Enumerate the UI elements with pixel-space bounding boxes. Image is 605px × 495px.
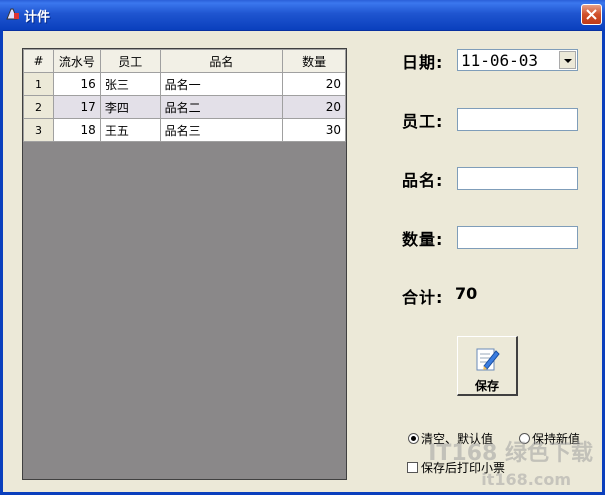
employee-field[interactable]: [457, 108, 578, 131]
save-button-label: 保存: [474, 379, 499, 393]
close-icon: [586, 9, 597, 20]
col-header-employee[interactable]: 员工: [99, 49, 161, 73]
table-row[interactable]: 1 16 张三 品名一 20: [23, 72, 346, 96]
col-header-qty[interactable]: 数量: [282, 49, 346, 73]
date-select[interactable]: 11-06-03: [457, 49, 578, 71]
app-icon: [6, 8, 19, 20]
cell-employee[interactable]: 李四: [99, 95, 161, 119]
cell-qty[interactable]: 30: [282, 118, 346, 142]
qty-label: 数量:: [402, 230, 444, 249]
row-number: 2: [23, 95, 54, 119]
product-label: 品名:: [402, 171, 444, 190]
cell-serial[interactable]: 17: [52, 95, 101, 119]
table-row[interactable]: 3 18 王五 品名三 30: [23, 118, 346, 142]
cell-qty[interactable]: 20: [282, 72, 346, 96]
grid-header-row: # 流水号 员工 品名 数量: [23, 49, 346, 73]
cell-employee[interactable]: 张三: [99, 72, 161, 96]
row-number: 1: [23, 72, 54, 96]
cell-employee[interactable]: 王五: [99, 118, 161, 142]
cell-product[interactable]: 品名二: [159, 95, 284, 119]
employee-label: 员工:: [402, 112, 444, 131]
watermark-url: it168.com: [481, 470, 571, 489]
save-button[interactable]: 保存: [457, 336, 518, 396]
total-label: 合计:: [402, 288, 444, 307]
cell-serial[interactable]: 18: [52, 118, 101, 142]
col-header-serial[interactable]: 流水号: [52, 49, 101, 73]
watermark: IT168 绿色下载: [428, 441, 593, 466]
dropdown-button[interactable]: [559, 51, 576, 69]
data-grid[interactable]: # 流水号 员工 品名 数量 1 16 张三 品名一 20 2 17 李四 品名…: [22, 48, 347, 480]
date-label: 日期:: [402, 53, 444, 72]
qty-field[interactable]: [457, 226, 578, 249]
row-number: 3: [23, 118, 54, 142]
table-row[interactable]: 2 17 李四 品名二 20: [23, 95, 346, 119]
date-value: 11-06-03: [461, 51, 539, 70]
cell-product[interactable]: 品名一: [159, 72, 284, 96]
total-value: 70: [455, 284, 478, 303]
col-header-index[interactable]: #: [23, 49, 54, 73]
cell-product[interactable]: 品名三: [159, 118, 284, 142]
clear-default-radio[interactable]: [408, 433, 419, 444]
cell-serial[interactable]: 16: [52, 72, 101, 96]
window-title: 计件: [24, 10, 51, 25]
print-after-save-checkbox[interactable]: [407, 462, 418, 473]
cell-qty[interactable]: 20: [282, 95, 346, 119]
close-button[interactable]: [581, 4, 602, 25]
product-field[interactable]: [457, 167, 578, 190]
chevron-down-icon: [564, 59, 572, 63]
grid-table: # 流水号 员工 品名 数量 1 16 张三 品名一 20 2 17 李四 品名…: [23, 49, 346, 142]
document-pen-icon: [476, 348, 500, 371]
title-bar: 计件: [0, 0, 605, 31]
col-header-product[interactable]: 品名: [159, 49, 284, 73]
